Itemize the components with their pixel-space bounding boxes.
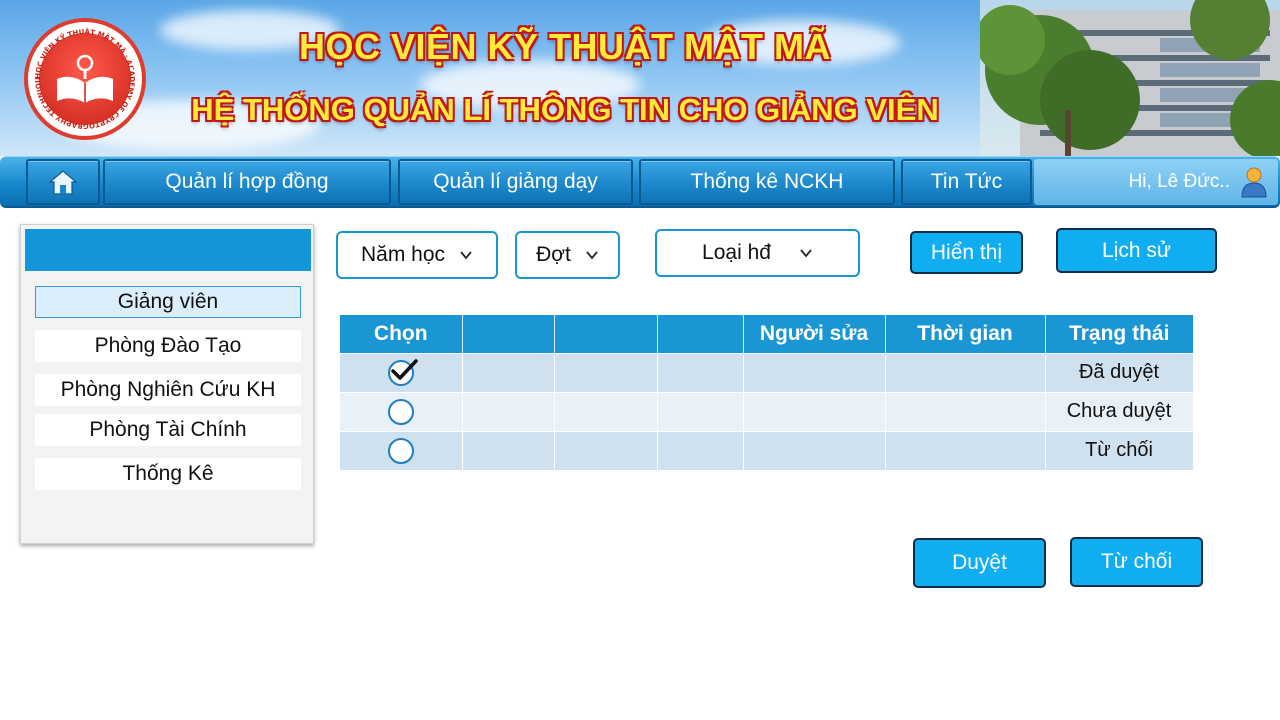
year-select-label: Năm học [360, 243, 446, 266]
nav-item-news[interactable]: Tin Tức [901, 159, 1032, 205]
chevron-down-icon [460, 251, 472, 260]
select-cell[interactable] [340, 430, 463, 470]
select-cell[interactable] [340, 391, 463, 431]
table-cell [657, 430, 744, 470]
sidebar-item-training-office[interactable]: Phòng Đào Tạo [35, 330, 301, 362]
table-header-row: Chọn Người sửa Thời gian Trạng thái [340, 315, 1193, 353]
nav-item-research-stats[interactable]: Thống kê NCKH [639, 159, 895, 205]
svg-text:HỌC VIỆN KỸ THUẬT MẬT MÃ · ACA: HỌC VIỆN KỸ THUẬT MẬT MÃ · ACADEMY OF CR… [28, 22, 136, 130]
logo-ring-text: HỌC VIỆN KỸ THUẬT MẬT MÃ · ACADEMY OF CR… [28, 22, 136, 130]
select-cell[interactable] [340, 352, 463, 392]
sidebar-item-finance-office[interactable]: Phòng Tài Chính [35, 414, 301, 446]
column-header-empty [462, 315, 555, 353]
home-icon [48, 170, 78, 195]
column-header-empty [657, 315, 744, 353]
chevron-down-icon [800, 249, 812, 258]
sidebar: Giảng viên Phòng Đào Tạo Phòng Nghiên Cứ… [20, 224, 314, 544]
table-cell [743, 352, 886, 392]
row-radio-selected[interactable] [387, 358, 418, 386]
table-row[interactable]: Đã duyệt [340, 352, 1194, 392]
page-subtitle: HỆ THỐNG QUẢN LÍ THÔNG TIN CHO GIẢNG VIÊ… [191, 92, 939, 127]
table-row[interactable]: Từ chối [340, 430, 1194, 470]
checkmark-icon [391, 358, 418, 380]
column-header-editor: Người sửa [743, 315, 886, 353]
sidebar-header [25, 229, 311, 271]
user-greeting: Hi, Lê Đức.. [1128, 171, 1230, 192]
sidebar-item-research-office[interactable]: Phòng Nghiên Cứu KH [35, 374, 301, 406]
user-avatar-icon [1241, 167, 1267, 198]
contract-type-select-label: Loại hđ [702, 241, 771, 264]
nav-item-contracts[interactable]: Quản lí hợp đồng [103, 159, 391, 205]
table-cell [743, 430, 886, 470]
table-cell [885, 430, 1046, 470]
table-cell [462, 352, 555, 392]
history-button[interactable]: Lịch sử [1056, 228, 1217, 273]
table-cell [554, 430, 658, 470]
column-header-time: Thời gian [885, 315, 1046, 353]
main-navbar: Quản lí hợp đồng Quản lí giảng dạy Thống… [0, 156, 1280, 208]
table-cell [554, 391, 658, 431]
row-radio[interactable] [387, 398, 414, 425]
reject-button[interactable]: Từ chối [1070, 537, 1203, 587]
status-cell: Chưa duyệt [1045, 391, 1194, 431]
column-header-empty [554, 315, 658, 353]
approve-button[interactable]: Duyệt [913, 538, 1046, 588]
column-header-select: Chọn [340, 315, 463, 353]
table-cell [657, 352, 744, 392]
nav-item-teaching[interactable]: Quản lí giảng dạy [398, 159, 633, 205]
round-select[interactable]: Đợt [515, 231, 620, 279]
table-cell [885, 391, 1046, 431]
table-cell [743, 391, 886, 431]
row-radio[interactable] [387, 437, 414, 464]
page-title: HỌC VIỆN KỸ THUẬT MẬT MÃ [299, 26, 831, 67]
approval-table: Chọn Người sửa Thời gian Trạng thái Đã d… [340, 315, 1194, 470]
campus-building-image [980, 0, 1280, 156]
sidebar-item-lecturer[interactable]: Giảng viên [35, 286, 301, 318]
table-row[interactable]: Chưa duyệt [340, 391, 1194, 431]
show-button[interactable]: Hiển thị [910, 231, 1023, 274]
header-banner: HỌC VIỆN KỸ THUẬT MẬT MÃ · ACADEMY OF CR… [0, 0, 1280, 156]
column-header-status: Trạng thái [1045, 315, 1193, 353]
academy-logo: HỌC VIỆN KỸ THUẬT MẬT MÃ · ACADEMY OF CR… [24, 18, 146, 140]
table-cell [554, 352, 658, 392]
table-cell [462, 391, 555, 431]
table-cell [657, 391, 744, 431]
table-cell [462, 430, 555, 470]
sidebar-item-statistics[interactable]: Thống Kê [35, 458, 301, 490]
round-select-label: Đợt [536, 243, 571, 266]
chevron-down-icon [586, 251, 598, 260]
user-menu[interactable]: Hi, Lê Đức.. [1034, 159, 1278, 205]
contract-type-select[interactable]: Loại hđ [655, 229, 860, 277]
campus-photo [980, 0, 1280, 156]
home-button[interactable] [26, 159, 100, 205]
table-cell [885, 352, 1046, 392]
year-select[interactable]: Năm học [336, 231, 498, 279]
status-cell: Từ chối [1045, 430, 1194, 470]
status-cell: Đã duyệt [1045, 352, 1194, 392]
